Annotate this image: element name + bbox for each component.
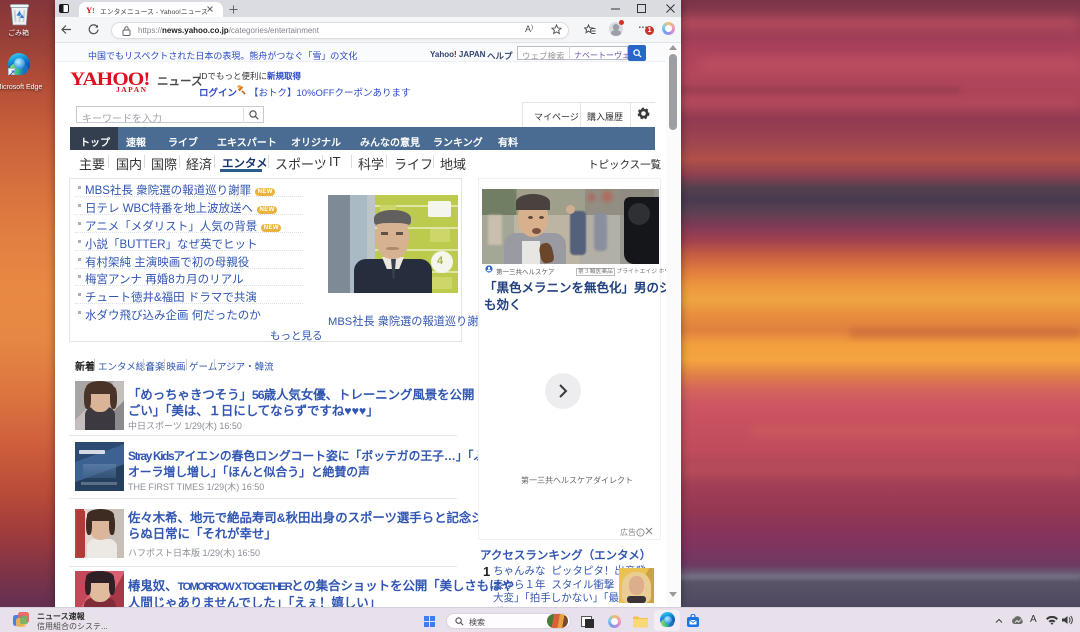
svg-text:i: i: [639, 531, 640, 537]
